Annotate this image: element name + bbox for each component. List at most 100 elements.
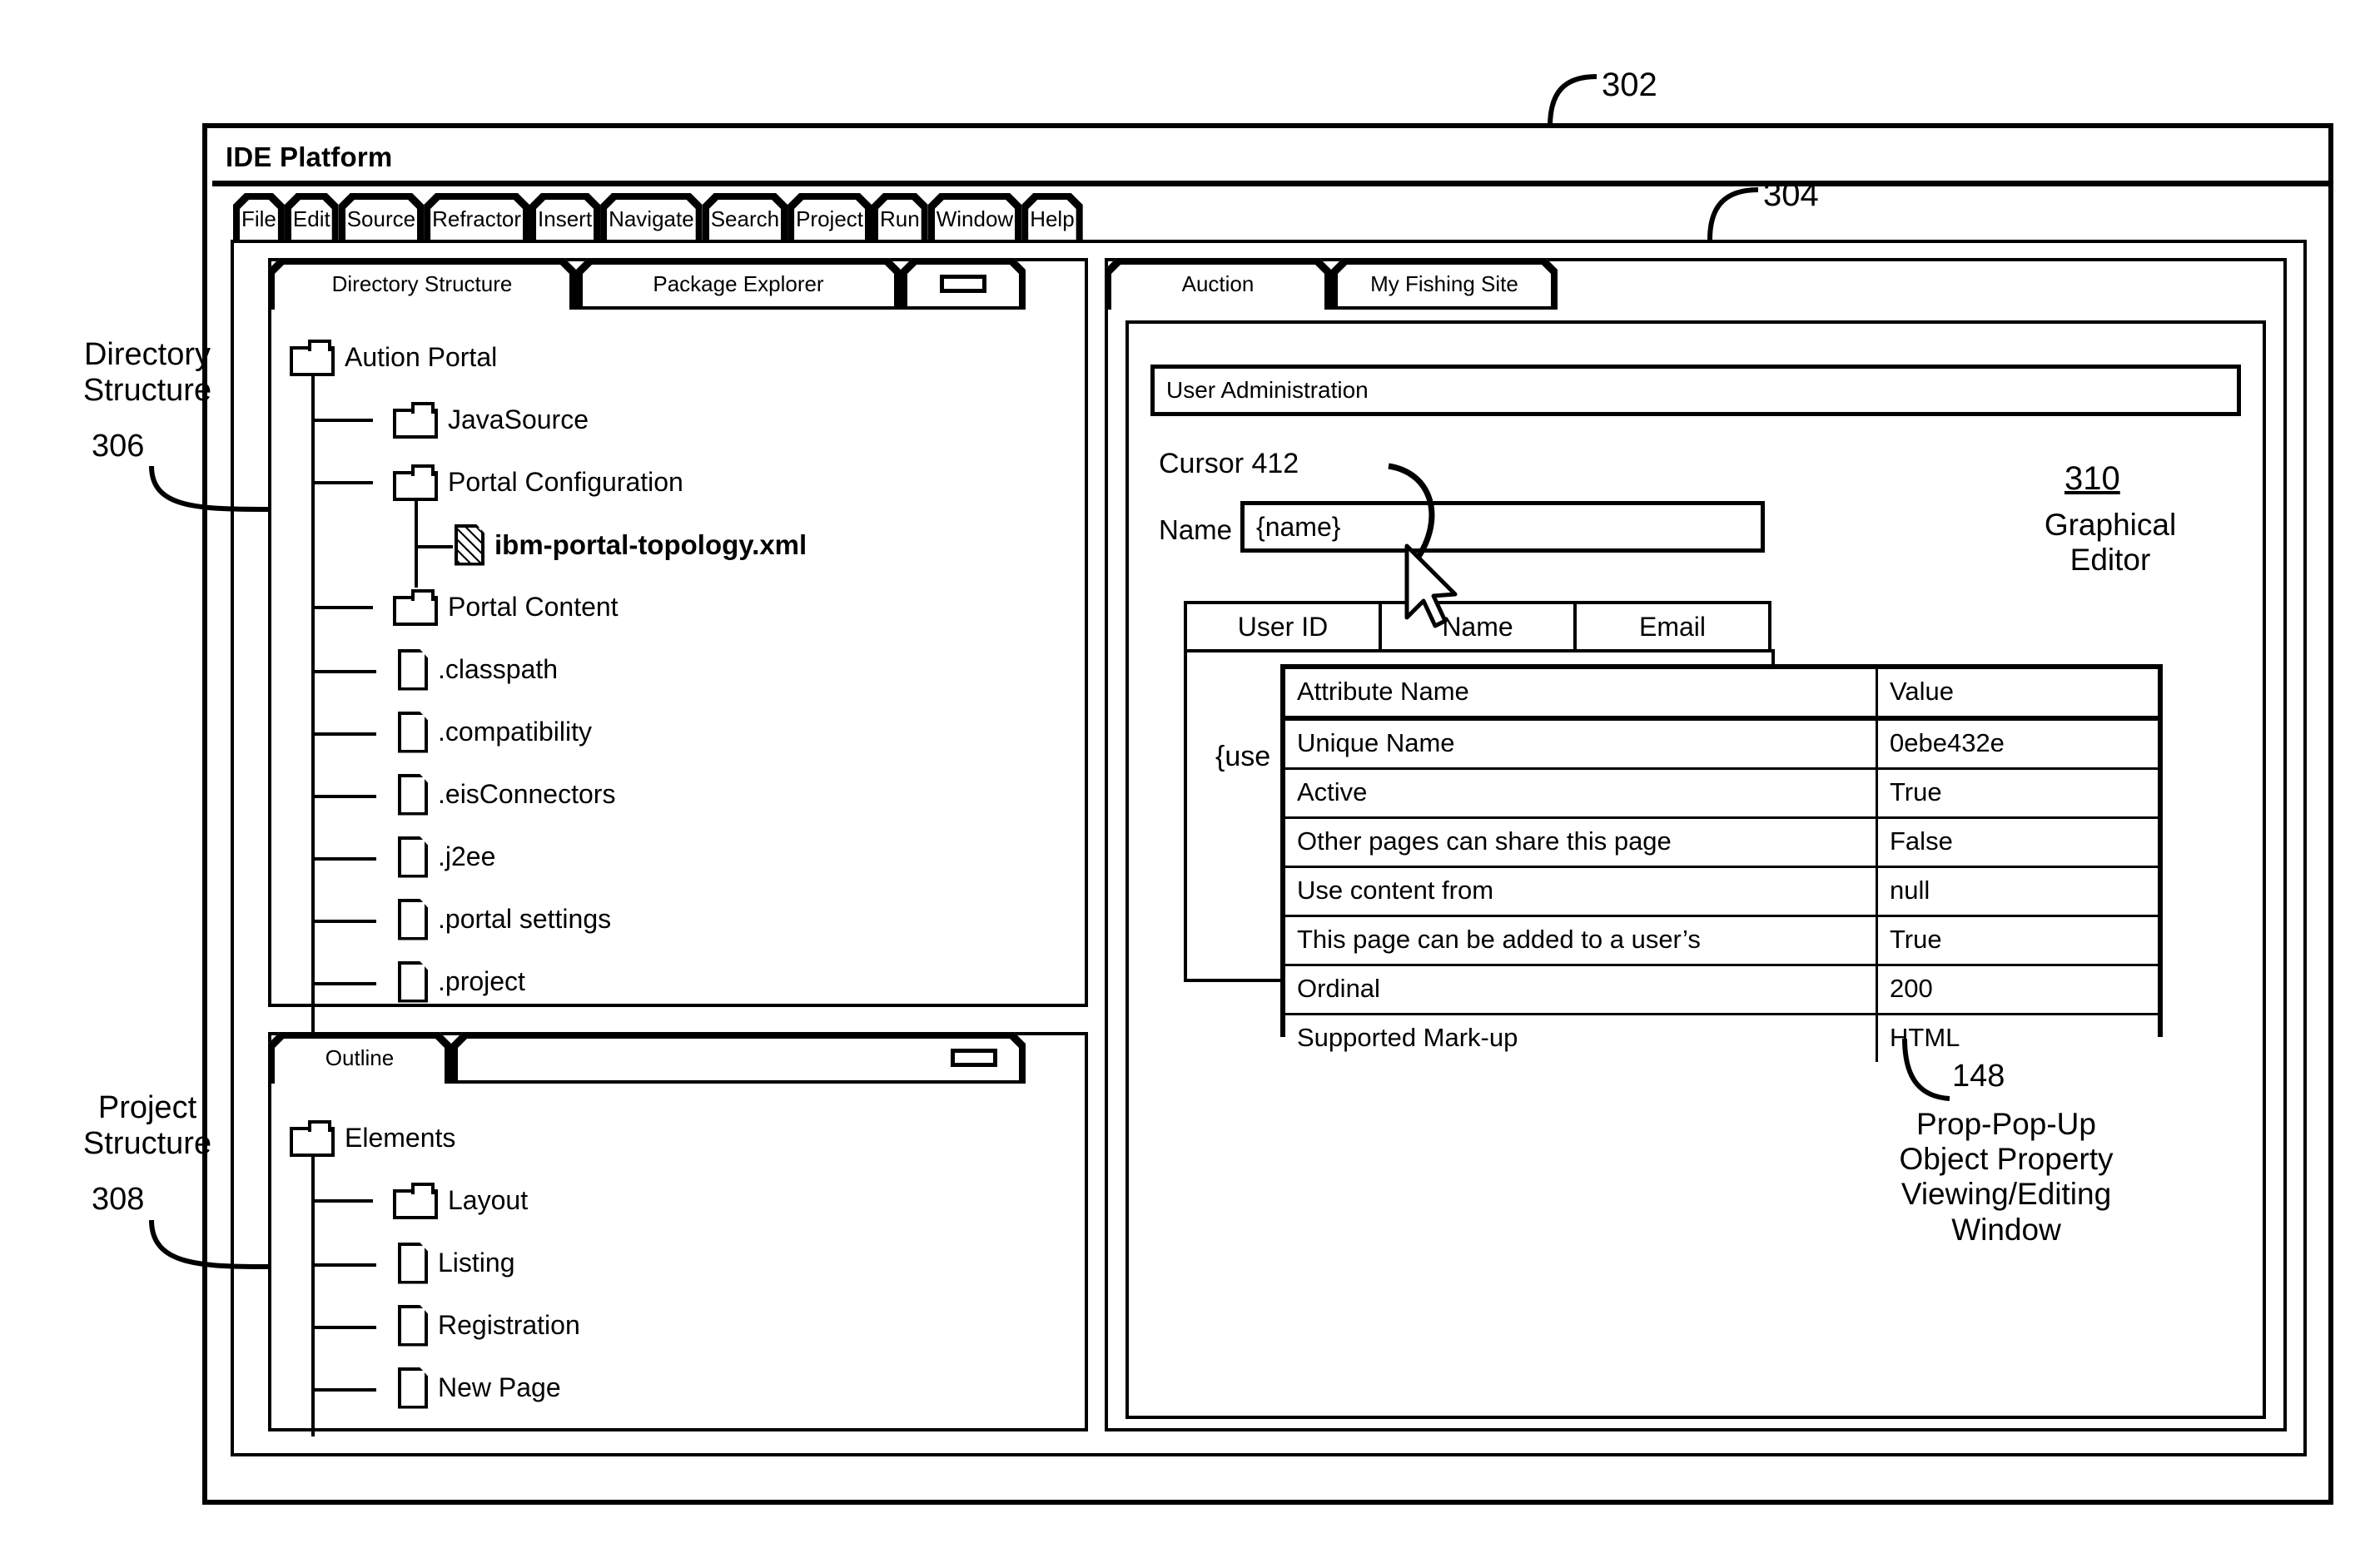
reference-label-310: 310 — [2064, 460, 2120, 497]
outline-item-listing[interactable]: Listing — [311, 1232, 580, 1294]
menu-item-label: Refractor — [432, 206, 522, 231]
tab-outline[interactable]: Outline — [268, 1032, 451, 1084]
tree-item-label: New Page — [438, 1372, 561, 1402]
menu-item-help[interactable]: Help — [1021, 193, 1082, 245]
annotation-line-4: Window — [1951, 1212, 2061, 1247]
tree-item-project[interactable]: .project — [311, 950, 807, 1013]
table-row[interactable]: Other pages can share this page False — [1285, 816, 2158, 868]
menu-item-window[interactable]: Window — [928, 193, 1021, 245]
attribute-value-cell[interactable]: 200 — [1876, 964, 2158, 1015]
file-icon — [398, 1367, 428, 1409]
attribute-value-cell[interactable]: True — [1876, 915, 2158, 966]
menu-item-refractor[interactable]: Refractor — [424, 193, 529, 245]
attribute-name-cell: This page can be added to a user’s — [1285, 915, 1878, 966]
tree-item-classpath[interactable]: .classpath — [311, 638, 807, 701]
annotation-line-1: Prop-Pop-Up — [1916, 1107, 2096, 1141]
directory-panel-restore-button[interactable] — [901, 258, 1026, 310]
menu-item-run[interactable]: Run — [872, 193, 928, 245]
menu-item-navigate[interactable]: Navigate — [600, 193, 703, 245]
table-row[interactable]: Supported Mark-up HTML — [1285, 1013, 2158, 1062]
file-icon — [398, 836, 428, 878]
prop-popup-window[interactable]: Attribute Name Value Unique Name 0ebe432… — [1280, 664, 2163, 1062]
tree-item-label: Listing — [438, 1248, 515, 1278]
file-icon — [398, 648, 428, 691]
column-header-attribute-name: Attribute Name — [1285, 669, 1878, 721]
attribute-name-cell: Other pages can share this page — [1285, 816, 1878, 868]
tree-item-compatibility[interactable]: .compatibility — [311, 701, 807, 763]
attribute-name-cell: Ordinal — [1285, 964, 1878, 1015]
table-row[interactable]: Unique Name 0ebe432e — [1285, 717, 2158, 770]
restore-icon — [951, 1049, 997, 1067]
outline-item-layout[interactable]: Layout — [311, 1169, 580, 1232]
menu-item-label: Insert — [538, 206, 593, 231]
tab-my-fishing-site[interactable]: My Fishing Site — [1331, 258, 1558, 310]
tab-label: Directory Structure — [331, 270, 513, 296]
tree-item-j2ee[interactable]: .j2ee — [311, 826, 807, 888]
table-row[interactable]: This page can be added to a user’s True — [1285, 915, 2158, 966]
tree-item-label: .j2ee — [438, 841, 496, 871]
reference-label-148: 148 — [1952, 1059, 2005, 1094]
tree-item-aution-portal[interactable]: Aution Portal — [290, 326, 807, 389]
tree-item-portal-settings[interactable]: .portal settings — [311, 888, 807, 950]
attribute-value-cell[interactable]: False — [1876, 816, 2158, 868]
menu-item-label: Run — [880, 206, 920, 231]
table-header-row: Attribute Name Value — [1285, 669, 2158, 721]
user-administration-title: User Administration — [1166, 377, 1369, 403]
tree-item-label: Registration — [438, 1310, 580, 1340]
annotation-line-3: Viewing/Editing — [1901, 1177, 2112, 1212]
attribute-value-cell[interactable]: HTML — [1876, 1013, 2158, 1062]
outline-panel-restore-button[interactable] — [451, 1032, 1026, 1084]
directory-tree: Aution Portal JavaSource Portal Configur… — [290, 326, 807, 1072]
menu-item-label: File — [241, 206, 276, 231]
attribute-value-cell[interactable]: True — [1876, 767, 2158, 819]
reference-label-308: 308 — [92, 1182, 145, 1217]
menu-item-source[interactable]: Source — [339, 193, 424, 245]
tab-auction[interactable]: Auction — [1105, 258, 1331, 310]
attribute-value-cell[interactable]: 0ebe432e — [1876, 717, 2158, 770]
folder-icon — [393, 401, 438, 439]
table-row[interactable]: Ordinal 200 — [1285, 964, 2158, 1015]
annotation-cursor-412: Cursor 412 — [1159, 448, 1299, 479]
directory-panel-tabstrip: Directory Structure Package Explorer — [268, 258, 1026, 310]
tree-item-label: ibm-portal-topology.xml — [494, 528, 807, 560]
tree-item-eisconnectors[interactable]: .eisConnectors — [311, 763, 807, 826]
annotation-line-2: Structure — [82, 372, 212, 408]
annotation-prop-popup: Prop-Pop-Up Object Property Viewing/Edit… — [1831, 1107, 2181, 1248]
menu-item-search[interactable]: Search — [703, 193, 788, 245]
folder-icon — [393, 464, 438, 501]
leader-line-302 — [1548, 74, 1597, 127]
tab-package-explorer[interactable]: Package Explorer — [576, 258, 901, 310]
file-icon — [398, 960, 428, 1003]
outline-item-elements[interactable]: Elements — [290, 1107, 580, 1169]
page-title: IDE Platform — [226, 141, 393, 172]
menu-item-insert[interactable]: Insert — [529, 193, 600, 245]
menu-item-label: Edit — [292, 206, 330, 231]
tree-spine — [311, 1145, 315, 1436]
folder-icon — [393, 588, 438, 626]
tab-label: My Fishing Site — [1370, 270, 1518, 296]
menu-item-file[interactable]: File — [233, 193, 285, 245]
name-input[interactable]: {name} — [1240, 501, 1765, 553]
tree-item-portal-content[interactable]: Portal Content — [311, 576, 807, 638]
menu-item-label: Navigate — [609, 206, 694, 231]
table-row-value: {use — [1215, 741, 1271, 772]
attribute-name-cell: Use content from — [1285, 866, 1878, 917]
tab-directory-structure[interactable]: Directory Structure — [268, 258, 576, 310]
tree-item-portal-configuration[interactable]: Portal Configuration — [311, 451, 807, 514]
tree-item-javasource[interactable]: JavaSource — [311, 389, 807, 451]
tree-item-label: JavaSource — [448, 404, 589, 434]
outline-item-registration[interactable]: Registration — [311, 1294, 580, 1357]
folder-icon — [290, 339, 335, 376]
table-row[interactable]: Active True — [1285, 767, 2158, 819]
tree-item-label: .compatibility — [438, 717, 592, 747]
menu-item-edit[interactable]: Edit — [285, 193, 339, 245]
user-administration-header: User Administration — [1150, 365, 2241, 416]
tree-item-ibm-portal-topology-xml[interactable]: ibm-portal-topology.xml — [415, 514, 807, 576]
annotation-line-1: Directory — [83, 337, 211, 372]
table-row[interactable]: Use content from null — [1285, 866, 2158, 917]
attribute-value-cell[interactable]: null — [1876, 866, 2158, 917]
annotation-line-2: Object Property — [1899, 1142, 2114, 1177]
menu-item-label: Project — [796, 206, 863, 231]
menu-item-project[interactable]: Project — [788, 193, 872, 245]
outline-item-new-page[interactable]: New Page — [311, 1357, 580, 1419]
